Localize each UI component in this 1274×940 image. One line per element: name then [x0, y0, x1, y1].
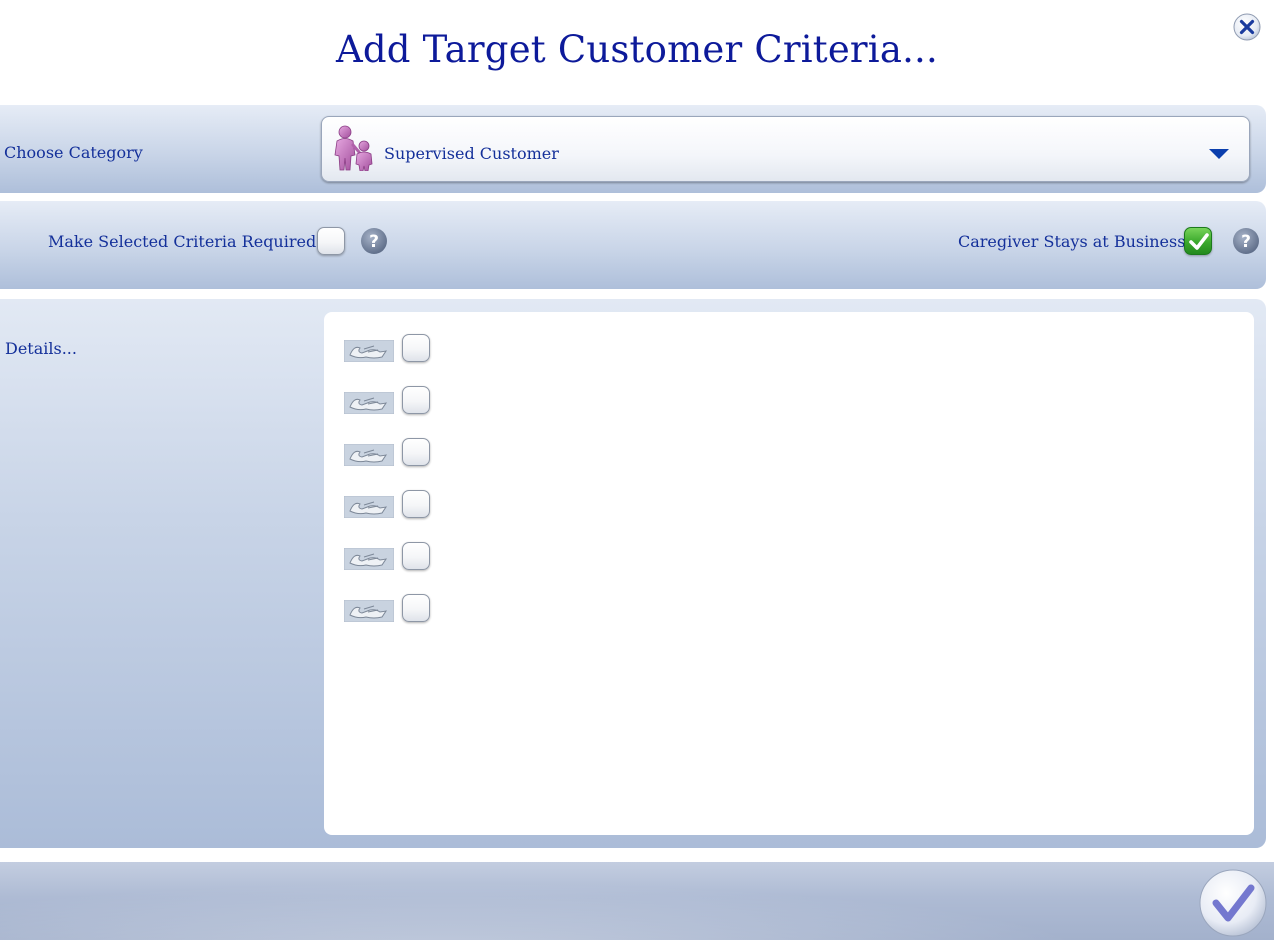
help-icon: ?	[361, 228, 387, 254]
chevron-down-icon	[1208, 145, 1230, 159]
list-item	[343, 386, 464, 416]
broken-image-icon	[343, 547, 395, 571]
details-list	[324, 312, 1254, 835]
detail-checkbox[interactable]	[402, 334, 430, 362]
footer-bar	[0, 862, 1274, 940]
broken-image-icon	[343, 391, 395, 415]
category-selected-value: Supervised Customer	[384, 144, 559, 163]
svg-text:?: ?	[369, 232, 379, 252]
add-criteria-dialog: Add Target Customer Criteria... Choose C…	[0, 0, 1274, 940]
detail-checkbox[interactable]	[402, 594, 430, 622]
broken-image-icon	[343, 495, 395, 519]
close-icon	[1233, 13, 1261, 41]
supervised-customer-icon	[332, 125, 376, 172]
checkmark-icon	[1189, 233, 1209, 250]
category-dropdown[interactable]: Supervised Customer	[321, 116, 1250, 182]
confirm-button[interactable]	[1198, 868, 1268, 938]
detail-checkbox[interactable]	[402, 438, 430, 466]
detail-checkbox[interactable]	[402, 490, 430, 518]
list-item	[343, 438, 464, 468]
caregiver-checkbox[interactable]	[1184, 227, 1212, 255]
list-item	[343, 542, 464, 572]
help-icon: ?	[1233, 228, 1259, 254]
list-item	[343, 594, 464, 624]
broken-image-icon	[343, 443, 395, 467]
detail-checkbox[interactable]	[402, 542, 430, 570]
close-button[interactable]	[1232, 12, 1262, 42]
dialog-title: Add Target Customer Criteria...	[336, 28, 938, 71]
svg-text:?: ?	[1241, 232, 1251, 252]
footer-shine	[0, 862, 1274, 940]
checkmark-icon	[1199, 869, 1267, 937]
detail-checkbox[interactable]	[402, 386, 430, 414]
list-item	[343, 334, 464, 364]
list-item	[343, 490, 464, 520]
category-label: Choose Category	[4, 143, 143, 162]
required-checkbox[interactable]	[317, 227, 345, 255]
required-label: Make Selected Criteria Required	[48, 232, 317, 251]
caregiver-label: Caregiver Stays at Business	[958, 232, 1186, 251]
details-label: Details...	[5, 339, 77, 358]
caregiver-help-button[interactable]: ?	[1232, 227, 1260, 255]
required-help-button[interactable]: ?	[360, 227, 388, 255]
broken-image-icon	[343, 599, 395, 623]
broken-image-icon	[343, 339, 395, 363]
